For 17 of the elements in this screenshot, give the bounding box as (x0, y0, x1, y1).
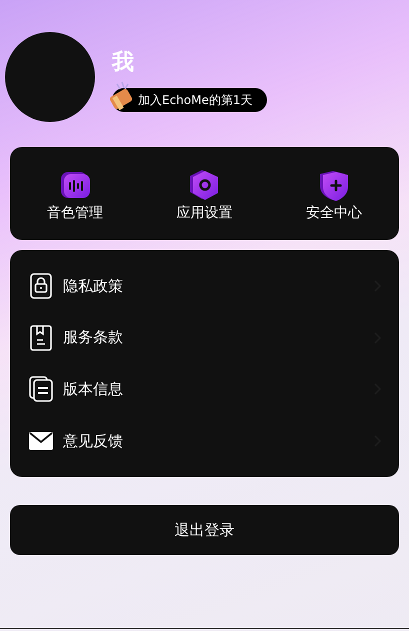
quick-action[interactable]: 安全中心 (269, 163, 399, 224)
logout-button[interactable]: 退出登录 (10, 505, 399, 555)
menu-item-label: 服务条款 (63, 327, 123, 348)
quick-action[interactable]: 音色管理 (10, 163, 140, 224)
menu-item[interactable]: 意见反馈 (10, 419, 399, 464)
menu-item-label: 意见反馈 (63, 430, 123, 452)
menu-item-label: 隐私政策 (63, 276, 123, 297)
quick-action[interactable]: 应用设置 (140, 163, 270, 224)
mail-icon (29, 432, 53, 450)
menu-item[interactable]: 隐私政策 (10, 264, 399, 308)
bookmark-document-icon (30, 324, 52, 351)
documents-icon (29, 376, 53, 402)
menu-item[interactable]: 服务条款 (10, 316, 399, 360)
menu-item-label: 版本信息 (63, 379, 123, 400)
user-name: 我 (112, 52, 135, 74)
lock-icon (30, 272, 52, 299)
menu-item[interactable]: 版本信息 (10, 367, 399, 412)
